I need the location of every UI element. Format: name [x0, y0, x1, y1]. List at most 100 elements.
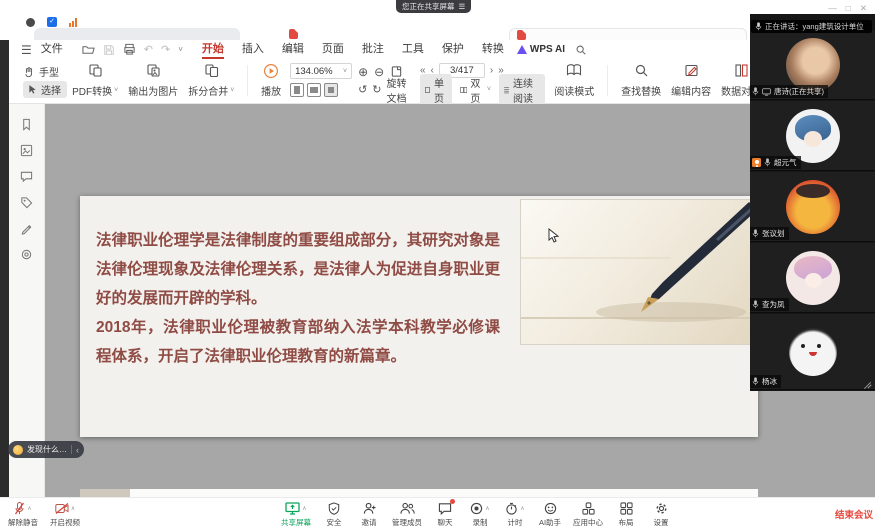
tab-edit[interactable]: 编辑: [273, 40, 313, 59]
record-button[interactable]: ∧ 录制: [468, 501, 492, 527]
document-tab[interactable]: [34, 28, 240, 40]
caret-up-icon[interactable]: ∧: [485, 505, 489, 512]
apps-button[interactable]: 应用中心: [573, 501, 603, 527]
invite-button[interactable]: 邀请: [357, 501, 381, 527]
wps-ai-logo-icon: [517, 45, 527, 54]
ai-assistant-button[interactable]: AI助手: [538, 501, 562, 527]
read-mode-button[interactable]: 阅读模式: [549, 62, 599, 99]
collapse-left-icon[interactable]: ‹: [76, 445, 79, 455]
print-icon[interactable]: [123, 43, 136, 56]
tab-comment[interactable]: 批注: [353, 40, 393, 59]
tab-home[interactable]: 开始: [193, 40, 233, 59]
tab-tools[interactable]: 工具: [393, 40, 433, 59]
zoom-level-select[interactable]: 134.06% ˅: [290, 63, 352, 79]
start-video-button[interactable]: ∧ 开启视频: [50, 501, 80, 527]
edit-content-label: 编辑内容: [671, 83, 711, 98]
participant-name: 超元气: [774, 157, 797, 168]
rotate-right-button[interactable]: ↻: [372, 83, 381, 96]
search-icon[interactable]: [575, 44, 587, 56]
speaking-tooltip-label: 正在讲话：yang建筑设计单位: [765, 21, 864, 32]
play-button[interactable]: 播放: [256, 62, 286, 99]
export-image-button[interactable]: 输出为图片: [123, 62, 183, 99]
participant-tile[interactable]: 查为凤: [750, 243, 875, 313]
maximize-button[interactable]: □: [846, 3, 851, 14]
participant-name-tag: 超元气: [750, 156, 801, 169]
participant-name: 唐诗(正在共享): [774, 86, 824, 97]
tag-icon[interactable]: [20, 196, 33, 209]
book-icon: [566, 63, 582, 77]
participant-tile[interactable]: 唐诗(正在共享): [750, 30, 875, 100]
banner-menu-icon[interactable]: ☰: [459, 2, 466, 11]
participant-tile[interactable]: 杨冰: [750, 314, 875, 390]
document-tab-active[interactable]: [509, 28, 747, 40]
hand-tool-button[interactable]: 手型: [23, 63, 67, 80]
bookmark-icon[interactable]: [20, 118, 33, 131]
edit-content-button[interactable]: 编辑内容: [666, 62, 716, 99]
fit-page-button[interactable]: [290, 83, 304, 97]
single-page-button[interactable]: 单页: [420, 74, 452, 106]
chat-button[interactable]: 聊天: [433, 501, 457, 527]
layout-button[interactable]: 布局: [614, 501, 638, 527]
caret-up-icon[interactable]: ∧: [27, 505, 31, 512]
continuous-read-button[interactable]: 连续阅读: [499, 74, 545, 106]
select-tool-button[interactable]: 选择: [23, 81, 67, 98]
security-button[interactable]: 安全: [322, 501, 346, 527]
manage-members-label: 管理成员: [392, 517, 422, 527]
pdf-convert-icon: [88, 63, 103, 78]
zoom-out-button[interactable]: ⊖: [374, 65, 384, 79]
double-page-button[interactable]: 双页 ˅: [456, 74, 495, 106]
participant-tile[interactable]: 超元气: [750, 101, 875, 171]
timer-button[interactable]: ∧ 计时: [503, 501, 527, 527]
actual-size-button[interactable]: [324, 83, 338, 97]
menu-file[interactable]: 文件: [32, 40, 72, 59]
gear-icon: [655, 502, 668, 515]
end-meeting-button[interactable]: 结束会议: [835, 507, 873, 521]
find-replace-button[interactable]: 查找替换: [616, 62, 666, 99]
chat-badge: [450, 499, 455, 504]
save-icon[interactable]: [103, 44, 115, 56]
split-merge-button[interactable]: 拆分合并˅: [183, 62, 239, 99]
share-screen-button[interactable]: ∧ 共享屏幕: [281, 501, 311, 527]
avatar: [789, 328, 837, 376]
rotate-left-button[interactable]: ↺: [358, 83, 367, 96]
quick-access-caret-icon[interactable]: ˅: [178, 45, 183, 54]
manage-members-button[interactable]: 管理成员: [392, 501, 422, 527]
open-folder-icon[interactable]: [82, 43, 95, 56]
tab-protect[interactable]: 保护: [433, 40, 473, 59]
comment-icon[interactable]: [20, 170, 33, 183]
settings-button[interactable]: 设置: [649, 501, 673, 527]
caret-up-icon[interactable]: ∧: [520, 505, 524, 512]
fit-width-button[interactable]: [307, 83, 321, 97]
assistant-pill[interactable]: 发现什么… ‹: [8, 441, 84, 458]
minimize-button[interactable]: —: [828, 3, 837, 14]
participant-tile[interactable]: 张议划: [750, 172, 875, 242]
pdf-convert-button[interactable]: PDF转换˅: [67, 62, 123, 99]
close-button[interactable]: ✕: [860, 3, 867, 14]
apps-label: 应用中心: [573, 517, 603, 527]
caret-up-icon[interactable]: ∧: [302, 505, 306, 512]
thumbnails-icon[interactable]: [20, 144, 33, 157]
tab-page[interactable]: 页面: [313, 40, 353, 59]
quick-access-toolbar: ↶ ↷ ˅: [82, 43, 183, 56]
undo-icon[interactable]: ↶: [144, 43, 153, 56]
paragraph: 2018年，法律职业伦理被教育部纳入法学本科教学必修课程体系，开启了法律职业伦理…: [96, 313, 500, 371]
pen-icon[interactable]: [20, 222, 33, 235]
zoom-in-button[interactable]: ⊕: [358, 65, 368, 79]
redo-icon[interactable]: ↷: [161, 43, 170, 56]
tab-insert[interactable]: 插入: [233, 40, 273, 59]
mouse-cursor: [548, 228, 559, 248]
avatar: [786, 180, 840, 234]
unmute-button[interactable]: ∧ 解除静音: [8, 501, 38, 527]
tab-convert[interactable]: 转换: [473, 40, 513, 59]
mic-icon: [764, 158, 771, 167]
hamburger-icon[interactable]: ☰: [21, 43, 32, 57]
caret-up-icon[interactable]: ∧: [71, 505, 75, 512]
assistant-face-icon: [13, 445, 23, 455]
record-label: 录制: [473, 517, 488, 527]
panel-resize-handle[interactable]: [863, 379, 872, 388]
meeting-participants-panel[interactable]: 正在讲话：yang建筑设计单位 唐诗(正在共享) 超元气 张议划: [750, 14, 875, 391]
stamp-icon[interactable]: [20, 248, 33, 261]
wps-ai-button[interactable]: WPS AI: [517, 44, 565, 55]
screen-share-banner[interactable]: 您正在共享屏幕 ☰: [396, 0, 471, 13]
rotate-doc-button[interactable]: 旋转文档: [387, 75, 412, 105]
